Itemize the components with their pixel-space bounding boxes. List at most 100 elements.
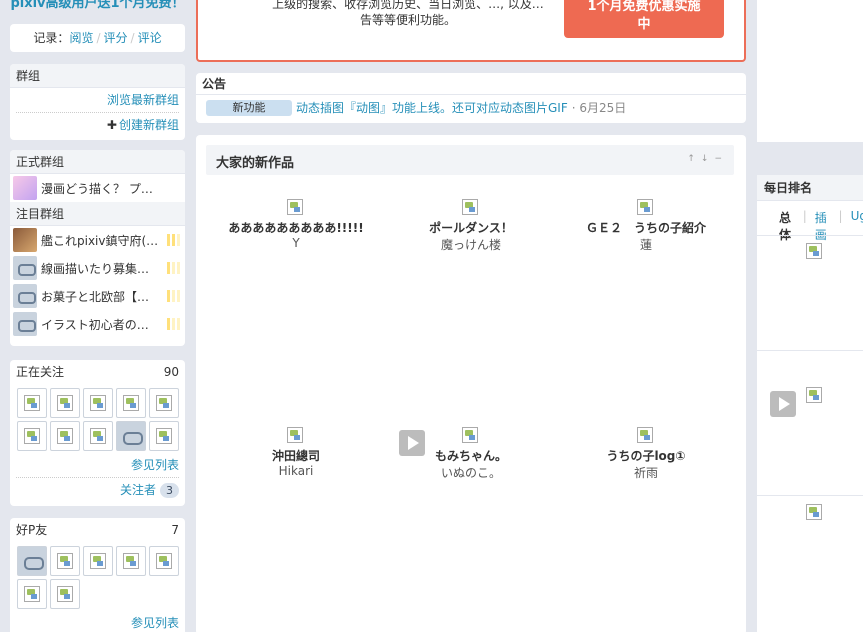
group-thumbnail [13, 284, 37, 308]
group-item[interactable]: 艦これpixiv鎮守府(… [10, 226, 185, 254]
user-avatar[interactable] [149, 421, 179, 451]
work-thumbnail[interactable] [637, 199, 655, 217]
following-box: 正在关注 90 参见列表 关注者 3 [10, 360, 185, 506]
work-title[interactable]: もみちゃん。 [391, 447, 551, 464]
premium-promo-link[interactable]: pixiv高级用户送1个月免费！ [10, 0, 185, 11]
work-title[interactable]: ポールダンス！ [391, 219, 551, 236]
ranking-tab-overall[interactable]: 总体 [779, 209, 795, 242]
user-avatar[interactable] [83, 546, 113, 576]
work-title[interactable]: ＧＥ２ うちの子紹介 [566, 219, 726, 236]
work-author[interactable]: 魔っけん楼 [391, 236, 551, 253]
user-avatar[interactable] [149, 388, 179, 418]
work-thumbnail[interactable] [287, 427, 305, 445]
broken-image-icon [57, 395, 73, 411]
group-thumbnail [13, 256, 37, 280]
work-item[interactable]: もみちゃん。 いぬのこ。 [391, 427, 551, 481]
work-author[interactable]: いぬのこ。 [391, 464, 551, 481]
premium-promo-banner: 上级的搜索、收存浏览历史、当日浏览、…, 以及… 告等等便利功能。 1个月免费优… [196, 0, 746, 62]
user-avatar[interactable] [17, 421, 47, 451]
broken-image-icon [806, 504, 822, 520]
group-item[interactable]: 線画描いたり募集… [10, 254, 185, 282]
followers-link[interactable]: 关注者 [120, 483, 156, 497]
following-see-list-link[interactable]: 参见列表 [131, 458, 179, 472]
ranking-tabs: 总体 | 插画 | Ug [757, 201, 863, 242]
user-avatar[interactable] [50, 546, 80, 576]
create-group-link[interactable]: 创建新群组 [119, 118, 179, 132]
browse-groups-link[interactable]: 浏览最新群组 [107, 93, 179, 107]
user-avatar[interactable] [17, 579, 47, 609]
user-avatar[interactable] [17, 388, 47, 418]
default-avatar-icon[interactable] [17, 546, 47, 576]
group-item[interactable]: イラスト初心者の… [10, 310, 185, 338]
move-up-icon[interactable]: ↑ [687, 154, 695, 164]
work-thumbnail[interactable] [462, 427, 480, 445]
groups-box: 群组 浏览最新群组 ✚ 创建新群组 [10, 64, 185, 140]
work-author[interactable]: Hikari [216, 464, 376, 478]
group-name: 線画描いたり募集… [41, 261, 150, 276]
promo-trial-button[interactable]: 1个月免费优惠实施 中 [564, 0, 724, 38]
broken-image-icon [90, 428, 106, 444]
work-thumbnail[interactable] [462, 199, 480, 217]
activity-bar-icon [167, 234, 181, 246]
user-avatar[interactable] [50, 421, 80, 451]
work-author[interactable]: 祈雨 [566, 464, 726, 481]
user-avatar[interactable] [50, 388, 80, 418]
group-item[interactable]: お菓子と北欧部【… [10, 282, 185, 310]
move-down-icon[interactable]: ↓ [701, 154, 709, 164]
group-name: 艦これpixiv鎮守府(… [41, 233, 159, 248]
records-link-views[interactable]: 阅览 [69, 31, 93, 45]
user-avatar[interactable] [83, 421, 113, 451]
broken-image-icon [123, 395, 139, 411]
work-author[interactable]: Y [216, 236, 376, 250]
work-item[interactable]: あああああああああ!!!!! Y [216, 199, 376, 250]
collapse-icon[interactable]: − [714, 154, 722, 164]
records-link-ratings[interactable]: 评分 [104, 31, 128, 45]
work-item[interactable]: うちの子log① 祈雨 [566, 427, 726, 481]
user-avatar[interactable] [83, 388, 113, 418]
promo-text-line1: 上级的搜索、收存浏览历史、当日浏览、…, 以及… [272, 0, 544, 11]
user-avatar[interactable] [116, 388, 146, 418]
work-title[interactable]: あああああああああ!!!!! [216, 219, 376, 236]
broken-image-icon [156, 395, 172, 411]
work-thumbnail[interactable] [637, 427, 655, 445]
work-item[interactable]: ＧＥ２ うちの子紹介 蓮 [566, 199, 726, 253]
user-avatar[interactable] [149, 546, 179, 576]
ugoira-play-icon[interactable] [770, 391, 796, 417]
work-item[interactable]: ポールダンス！ 魔っけん楼 [391, 199, 551, 253]
group-name: お菓子と北欧部【… [41, 289, 150, 304]
promo-text-line2: 告等等便利功能。 [359, 13, 456, 27]
ranking-thumbnail[interactable] [806, 387, 824, 405]
broken-image-icon [637, 199, 653, 215]
ranking-tab-ugoira[interactable]: Ug [851, 209, 863, 235]
records-link-comments[interactable]: 评论 [138, 31, 162, 45]
ranking-thumbnail[interactable] [806, 243, 824, 261]
notice-date: · 6月25日 [571, 101, 627, 115]
mypixiv-see-list-link[interactable]: 参见列表 [131, 616, 179, 630]
user-avatar[interactable] [116, 546, 146, 576]
records-label: 记录： [33, 31, 70, 45]
broken-image-icon [24, 586, 40, 602]
group-thumbnail [13, 176, 37, 200]
ranking-thumbnail[interactable] [806, 504, 824, 522]
ranking-title: 每日排名 [757, 175, 863, 201]
mypixiv-title: 好P友 [16, 523, 48, 537]
work-thumbnail[interactable] [287, 199, 305, 217]
broken-image-icon [57, 428, 73, 444]
works-title: 大家的新作品 [216, 156, 295, 171]
broken-image-icon [287, 199, 303, 215]
user-avatar[interactable] [50, 579, 80, 609]
ranking-tab-illust[interactable]: 插画 [815, 209, 831, 242]
work-title[interactable]: うちの子log① [566, 447, 726, 464]
work-author[interactable]: 蓮 [566, 236, 726, 253]
default-avatar-icon[interactable] [116, 421, 146, 451]
work-item[interactable]: 沖田總司 Hikari [216, 427, 376, 478]
notice-link[interactable]: 动态插图『动图』功能上线。还可对应动态图片GIF [296, 99, 568, 116]
everyone-new-works-box: 大家的新作品 ↑ ↓ − あああああああああ!!!!! Y ポールダンス！ 魔っ… [196, 135, 746, 632]
broken-image-icon [90, 553, 106, 569]
works-header: 大家的新作品 ↑ ↓ − [206, 145, 734, 175]
group-item[interactable]: 漫画どう描く？ プ… [10, 174, 185, 202]
following-user-grid [10, 384, 185, 451]
activity-bar-icon [167, 318, 181, 330]
groups-title: 群组 [10, 64, 185, 88]
work-title[interactable]: 沖田總司 [216, 447, 376, 464]
